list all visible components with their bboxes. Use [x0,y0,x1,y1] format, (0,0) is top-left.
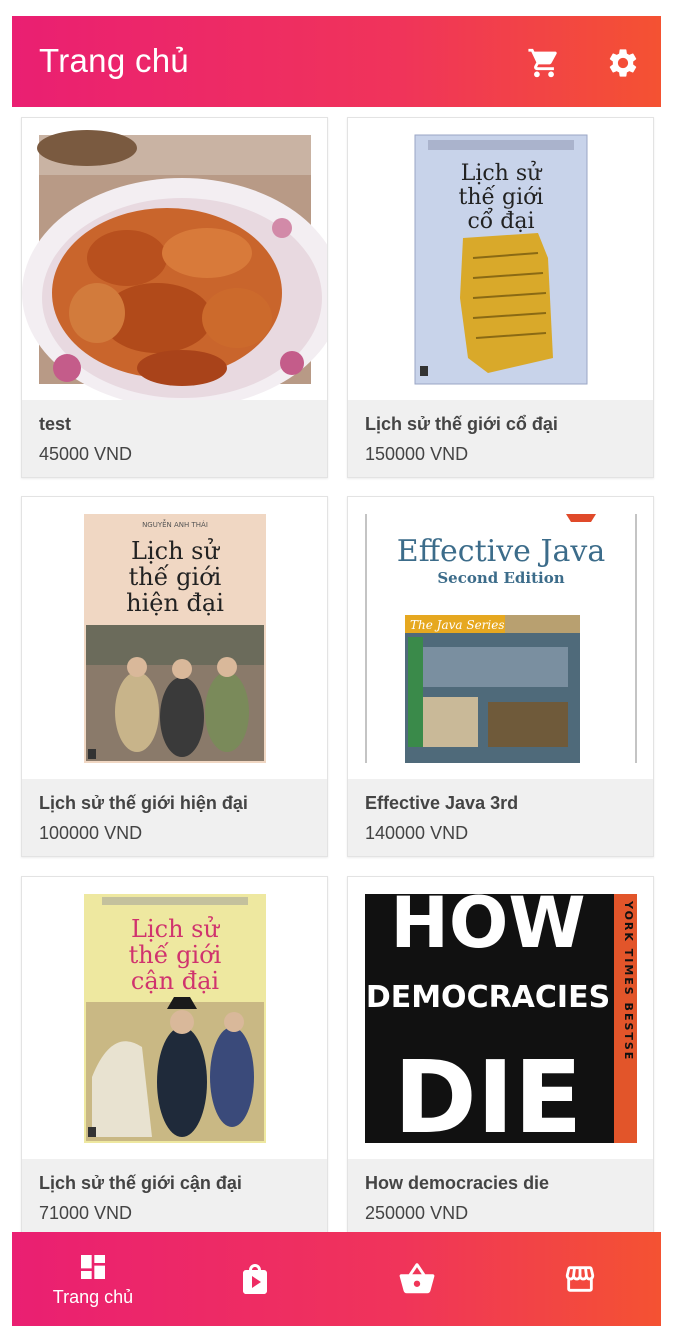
product-image: Lịch sử thế giới cận đại [22,877,327,1159]
product-price: 71000 VND [39,1203,133,1223]
product-name: test [39,414,72,434]
product-price: 250000 VND [365,1203,469,1223]
cover-word-bottom: DIE [394,1039,583,1156]
product-image: HOW DEMOCRACIES DIE YORK TIMES BESTSE [348,877,653,1159]
cart-button[interactable] [524,43,564,83]
book-cover: HOW DEMOCRACIES DIE YORK TIMES BESTSE [365,882,637,1156]
product-price: 150000 VND [365,444,469,464]
nav-item-basket[interactable] [336,1232,498,1326]
product-card[interactable]: Effective Java Second Edition The Java S… [347,496,654,857]
product-price: 140000 VND [365,823,469,843]
nav-item-home[interactable]: Trang chủ [12,1232,174,1326]
page-title: Trang chủ [39,42,190,79]
cover-title-line3: cận đại [131,967,220,995]
product-card[interactable]: test 45000 VND [21,117,328,478]
nav-item-store[interactable] [499,1232,661,1326]
nav-item-orders[interactable] [174,1232,336,1326]
bottom-nav: Trang chủ [12,1232,661,1326]
cover-title-line3: hiện đại [126,589,224,617]
store-icon [565,1266,595,1292]
cover-title-line1: Lịch sử [461,160,543,186]
product-name: Lịch sử thế giới cổ đại [365,414,558,434]
product-name: Effective Java 3rd [365,793,519,813]
cover-title-line1: Lịch sử [131,915,220,943]
product-name: How democracies die [365,1173,550,1193]
nav-label-home: Trang chủ [52,1286,134,1307]
product-card[interactable]: HOW DEMOCRACIES DIE YORK TIMES BESTSE Ho… [347,876,654,1237]
settings-button[interactable] [603,43,643,83]
product-image: Lịch sử thế giới cổ đại [348,118,653,400]
product-image: NGUYỄN ANH THÁI Lịch sử thế giới hiện đạ… [22,497,327,779]
product-info: How democracies die 250000 VND [348,1159,653,1236]
cover-title-line2: thế giới [459,184,544,210]
product-card[interactable]: Lịch sử thế giới cận đại Lịch sử thế giớ… [21,876,328,1237]
product-image [22,118,327,400]
dashboard-icon [81,1254,105,1279]
product-info: Lịch sử thế giới cận đại 71000 VND [22,1159,327,1236]
product-info: Effective Java 3rd 140000 VND [348,779,653,856]
gear-icon [609,49,637,77]
cover-title-line3: cổ đại [467,206,534,234]
product-image: Effective Java Second Edition The Java S… [348,497,653,779]
product-info: Lịch sử thế giới cổ đại 150000 VND [348,400,653,477]
book-cover: Effective Java Second Edition The Java S… [365,514,637,763]
app-bar: Trang chủ [12,16,661,107]
fried-chicken-photo [22,118,327,400]
cover-author: NGUYỄN ANH THÁI [142,519,208,529]
cover-title-line1: Lịch sử [131,537,220,565]
cover-subtitle: Second Edition [437,569,564,587]
cover-word-top: HOW [390,882,585,964]
book-cover: Lịch sử thế giới cổ đại [414,134,588,385]
cover-series: The Java Series [410,618,505,632]
cover-title-line2: thế giới [129,941,222,969]
cover-title: Effective Java [397,534,606,569]
product-card[interactable]: NGUYỄN ANH THÁI Lịch sử thế giới hiện đạ… [21,496,328,857]
product-name: Lịch sử thế giới hiện đại [39,793,248,813]
product-info: test 45000 VND [22,400,327,477]
book-cover: Lịch sử thế giới cận đại [84,894,266,1143]
product-price: 100000 VND [39,823,143,843]
app-screen: Trang chủ test 45000 VND Lịch sử thế giớ… [12,16,661,1326]
basket-icon [399,1263,435,1294]
cover-title-line2: thế giới [129,563,222,591]
shopping-bag-play-icon [243,1264,267,1294]
cover-side: YORK TIMES BESTSE [622,900,635,1061]
cart-icon [528,48,557,78]
product-info: Lịch sử thế giới hiện đại 100000 VND [22,779,327,856]
book-cover: NGUYỄN ANH THÁI Lịch sử thế giới hiện đạ… [84,514,266,763]
cover-word-mid: DEMOCRACIES [366,980,610,1015]
product-price: 45000 VND [39,444,133,464]
product-name: Lịch sử thế giới cận đại [39,1173,242,1193]
product-card[interactable]: Lịch sử thế giới cổ đại Lịch sử thế giới… [347,117,654,478]
